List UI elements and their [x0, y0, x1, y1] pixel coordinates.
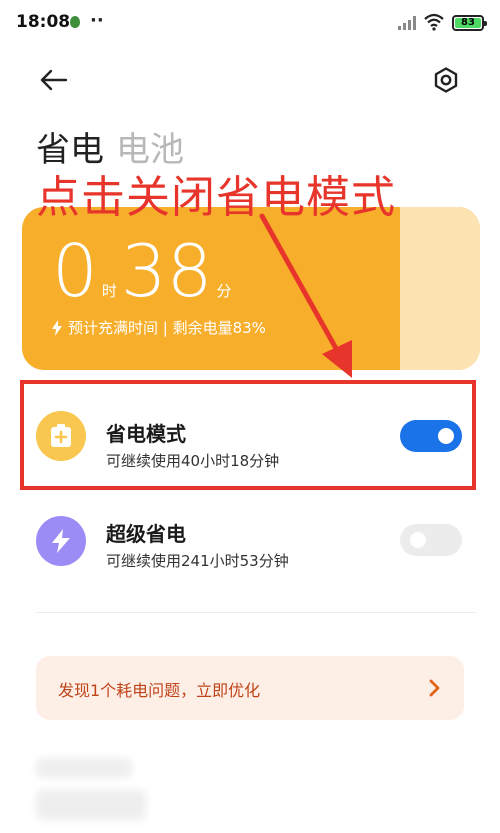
battery-status-icon: 83: [452, 15, 487, 31]
back-arrow-icon: [40, 69, 68, 91]
super-power-saving-subtitle: 可继续使用241小时53分钟: [106, 552, 289, 570]
super-power-saving-toggle[interactable]: [400, 524, 462, 556]
chevron-right-icon: [429, 679, 440, 697]
battery-level-text: 83: [455, 18, 481, 28]
lightning-icon: [36, 516, 86, 566]
highlight-box: [20, 380, 476, 490]
blurred-content: [36, 790, 146, 820]
super-power-saving-title: 超级省电: [106, 522, 186, 546]
charge-info: 预计充满时间 | 剩余电量83%: [52, 317, 266, 338]
status-bar: 18:08 ·· 83: [0, 0, 500, 44]
toggle-knob: [410, 532, 426, 548]
wifi-icon: [424, 13, 444, 31]
minutes-unit: 分: [216, 282, 232, 300]
back-button[interactable]: [34, 62, 74, 98]
status-dots: ··: [90, 10, 104, 31]
time-remaining: 0 时 38 分: [52, 231, 235, 311]
status-time: 18:08: [16, 12, 71, 32]
signal-icon: [398, 16, 416, 30]
settings-button[interactable]: [426, 62, 466, 98]
optimize-banner[interactable]: 发现1个耗电问题，立即优化: [36, 656, 464, 720]
tab-bar: 省电 电池: [36, 122, 184, 171]
blurred-content: [36, 758, 132, 778]
divider: [36, 612, 476, 613]
super-power-saving-row[interactable]: 超级省电 可继续使用241小时53分钟: [22, 488, 478, 596]
tab-power-saving[interactable]: 省电: [36, 122, 104, 171]
time-hours: 0: [52, 229, 98, 313]
lightning-small-icon: [52, 319, 62, 336]
app-notification-icon: [70, 16, 80, 28]
battery-card-remaining-area: [400, 207, 480, 370]
optimize-banner-text: 发现1个耗电问题，立即优化: [58, 681, 261, 700]
annotation-text: 点击关闭省电模式: [36, 172, 396, 223]
tab-battery[interactable]: 电池: [116, 122, 184, 171]
time-minutes: 38: [120, 229, 213, 313]
battery-card: 0 时 38 分 预计充满时间 | 剩余电量83%: [22, 207, 480, 370]
charge-info-text: 预计充满时间 | 剩余电量83%: [68, 319, 266, 337]
gear-icon: [434, 67, 458, 93]
hours-unit: 时: [101, 282, 117, 300]
